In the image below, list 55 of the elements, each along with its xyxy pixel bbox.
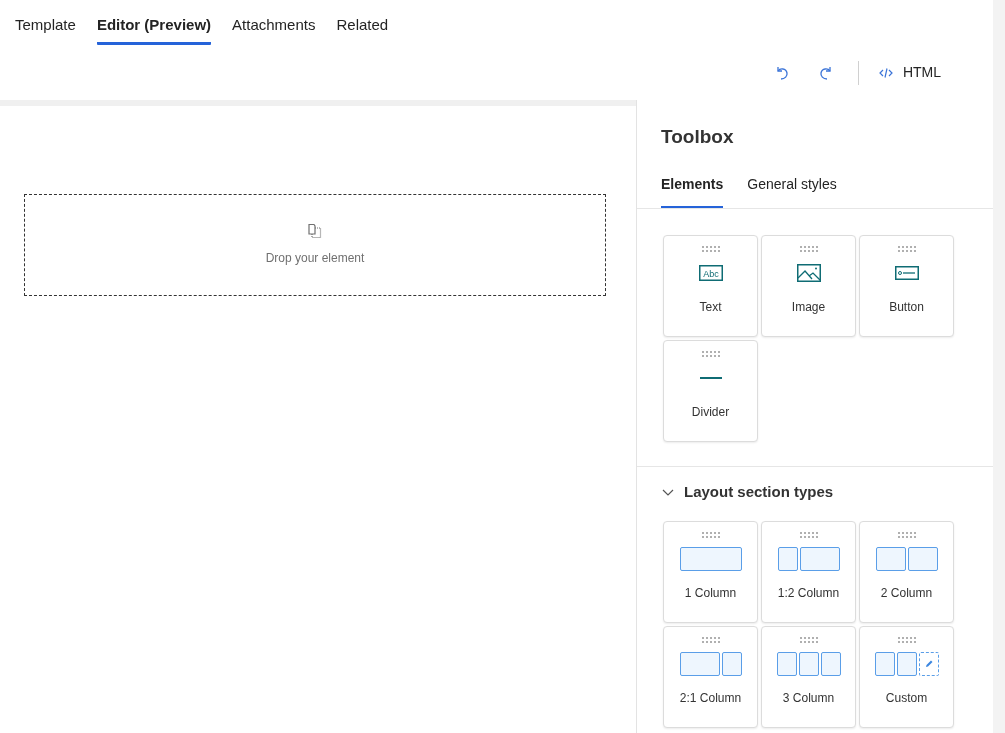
toolbox-tile[interactable]: Divider	[663, 339, 758, 442]
drop-zone-hint: Drop your element	[265, 250, 365, 267]
tab[interactable]: Related	[336, 13, 389, 45]
tile-label: Divider	[691, 403, 730, 421]
tile-label: 2 Column	[880, 585, 933, 602]
drag-handle-icon[interactable]	[798, 637, 819, 644]
tab[interactable]: Attachments	[232, 13, 316, 45]
code-icon	[878, 66, 893, 79]
tab[interactable]: Editor (Preview)	[96, 13, 212, 45]
drag-handle-icon[interactable]	[700, 245, 721, 253]
scrollbar-track[interactable]	[993, 0, 1005, 733]
text-box-icon: Abc	[698, 264, 723, 281]
tile-label: Image	[791, 298, 826, 316]
toolbox-tile[interactable]: 1:2 Column	[761, 521, 856, 623]
tile-label: Text	[699, 298, 722, 316]
drag-handle-icon[interactable]	[700, 637, 721, 644]
toolbox-tile[interactable]: Custom	[859, 626, 954, 728]
picture-icon	[796, 263, 821, 282]
toolbox-title: Toolbox	[660, 125, 735, 149]
toolbox-tile[interactable]: Button	[859, 234, 954, 337]
drag-handle-icon[interactable]	[798, 245, 819, 253]
column-layout-icon	[777, 547, 840, 571]
html-button[interactable]: HTML	[878, 62, 941, 83]
column-layout-icon	[776, 652, 841, 676]
toolbox-tile[interactable]: 2 Column	[859, 521, 954, 623]
toolbox-tile[interactable]: Image	[761, 234, 856, 337]
toolbox-tile[interactable]: Abc Text	[663, 234, 758, 337]
toolbox-tile[interactable]: 1 Column	[663, 521, 758, 623]
tile-label: Button	[889, 298, 924, 316]
tile-label: 1:2 Column	[777, 585, 840, 602]
copy-icon	[307, 223, 323, 239]
column-layout-icon	[875, 547, 938, 571]
tab[interactable]: Template	[15, 13, 76, 45]
drop-zone[interactable]: Drop your element	[24, 194, 606, 296]
column-layout-icon	[679, 652, 742, 676]
column-layout-icon	[679, 547, 742, 571]
drag-handle-icon[interactable]	[700, 532, 721, 539]
drag-handle-icon[interactable]	[798, 532, 819, 539]
button-icon	[894, 265, 919, 280]
toolbox-tab[interactable]: Elements	[661, 173, 724, 208]
tile-label: 1 Column	[684, 585, 737, 602]
drag-handle-icon[interactable]	[896, 245, 917, 253]
tile-label: 2:1 Column	[679, 690, 742, 707]
section-header[interactable]: Layout section types	[637, 466, 993, 521]
toolbox-tile[interactable]: 2:1 Column	[663, 626, 758, 728]
drag-handle-icon[interactable]	[896, 532, 917, 539]
toolbox-tab[interactable]: General styles	[747, 173, 837, 208]
drag-handle-icon[interactable]	[896, 637, 917, 644]
toolbox-tile[interactable]: 3 Column	[761, 626, 856, 728]
tile-label: 3 Column	[782, 690, 835, 707]
column-layout-icon	[874, 652, 939, 676]
drag-handle-icon[interactable]	[700, 350, 721, 358]
redo-icon	[817, 64, 834, 81]
line-icon	[699, 376, 722, 379]
tile-label: Custom	[885, 690, 928, 707]
